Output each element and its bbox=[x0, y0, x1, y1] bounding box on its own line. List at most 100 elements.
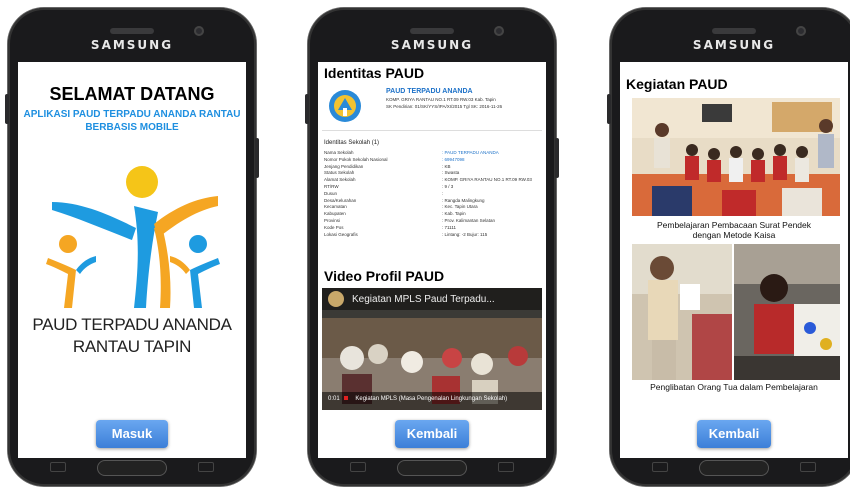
row-key: Desa/Kelurahan bbox=[324, 197, 357, 203]
table-row: Jenjang Pendidikan : KB bbox=[324, 164, 542, 171]
video-caption: Kegiatan MPLS (Masa Pengenalan Lingkunga… bbox=[355, 396, 508, 402]
recent-apps-icon[interactable] bbox=[350, 462, 366, 472]
camera-icon bbox=[796, 26, 806, 36]
row-value: : Kec. Tapin Utara bbox=[442, 204, 478, 210]
caption-1-line-1: Pembelajaran Pembacaan Surat Pendek bbox=[656, 220, 812, 230]
table-row: Kecamatan : Kec. Tapin Utara bbox=[324, 204, 542, 211]
welcome-screen: SELAMAT DATANG APLIKASI PAUD TERPADU ANA… bbox=[18, 62, 246, 458]
activities-screen: Kegiatan PAUD Pembelajaran Pembacaan Sur… bbox=[620, 62, 848, 458]
row-value: : Rangda Malingkung bbox=[442, 197, 485, 203]
recent-apps-icon[interactable] bbox=[652, 462, 668, 472]
video-heading: Video Profil PAUD bbox=[324, 268, 445, 284]
row-key: Lokasi Geografis bbox=[324, 231, 358, 237]
caption-1: Pembelajaran Pembacaan Surat Pendek deng… bbox=[624, 220, 844, 240]
table-row: Kode Pos : 71111 bbox=[324, 225, 542, 232]
table-row: Kabupaten: Kab. Tapin bbox=[324, 211, 542, 218]
camera-icon bbox=[194, 26, 204, 36]
video-time: 0:01 bbox=[328, 396, 340, 402]
brand-label: SAMSUNG bbox=[90, 38, 174, 52]
recent-apps-icon[interactable] bbox=[50, 462, 66, 472]
logo-text: PAUD TERPADU ANANDA RANTAU TAPIN bbox=[18, 314, 246, 358]
video-thumbnail bbox=[322, 288, 542, 410]
subtitle-line-2: BERBASIS MOBILE bbox=[85, 122, 179, 133]
welcome-title: SELAMAT DATANG bbox=[49, 84, 215, 104]
identity-table: Nama Sekolah : PAUD TERPADU ANANDA Nomor … bbox=[324, 150, 542, 238]
home-button[interactable] bbox=[699, 460, 769, 476]
row-value: : Lintang: -2 Bujur: 115 bbox=[442, 231, 488, 237]
row-value[interactable]: : PAUD TERPADU ANANDA bbox=[442, 150, 542, 157]
table-row: RT/RW : 9 / 3 bbox=[324, 184, 542, 191]
video-player[interactable]: Kegiatan MPLS Paud Terpadu... 0:01 Kegia… bbox=[322, 288, 542, 410]
paud-logo-icon bbox=[46, 166, 220, 308]
volume-button bbox=[5, 94, 9, 124]
row-key: Kabupaten bbox=[324, 211, 346, 217]
table-row: Dusun: bbox=[324, 191, 542, 198]
table-row: Lokasi Geografis : Lintang: -2 Bujur: 115 bbox=[324, 232, 542, 239]
row-value: : Prov. Kalimantan Selatan bbox=[442, 217, 495, 223]
row-key: Kode Pos bbox=[324, 224, 344, 230]
row-key: Nomor Pokok Sekolah Nasional bbox=[324, 156, 388, 162]
activity-photo-1 bbox=[632, 98, 840, 216]
row-key: Kecamatan bbox=[324, 204, 347, 210]
caption-1-line-2: dengan Metode Kaisa bbox=[692, 230, 776, 240]
row-value: : 9 / 3 bbox=[442, 183, 454, 189]
row-key: Nama Sekolah bbox=[324, 150, 354, 155]
row-key: RT/RW bbox=[324, 183, 339, 189]
table-row: Alamat Sekolah : KOMP. GRIYA RANTAU NO.1 … bbox=[324, 177, 542, 184]
speaker bbox=[712, 28, 756, 34]
row-value: : bbox=[442, 190, 444, 196]
school-sk: SK Pendirian: 01/SK/YYS/IPA/XI/2015 Tgl … bbox=[386, 104, 503, 109]
volume-button bbox=[305, 94, 309, 124]
activities-title: Kegiatan PAUD bbox=[626, 76, 728, 92]
phone-welcome: SAMSUNG SELAMAT DATANG APLIKASI PAUD TER… bbox=[5, 8, 259, 486]
table-row: Desa/Kelurahan : Rangda Malingkung bbox=[324, 198, 542, 205]
row-value: : 71111 bbox=[442, 224, 457, 230]
video-controls[interactable]: 0:01 Kegiatan MPLS (Masa Pengenalan Ling… bbox=[328, 396, 536, 402]
welcome-subtitle: APLIKASI PAUD TERPADU ANANDA RANTAU BERB… bbox=[22, 108, 242, 134]
activity-photo-3 bbox=[734, 244, 840, 380]
identity-screen: Identitas PAUD PAUD TERPADU ANANDA KOMP.… bbox=[318, 62, 546, 458]
row-value: : Swasta bbox=[442, 170, 460, 176]
row-key: Alamat Sekolah bbox=[324, 177, 356, 183]
logo-line-2: RANTAU TAPIN bbox=[72, 337, 192, 356]
kembali-button[interactable]: Kembali bbox=[697, 420, 771, 448]
table-row: Nama Sekolah : PAUD TERPADU ANANDA bbox=[324, 150, 542, 157]
school-address: KOMP. GRIYA RANTAU NO.1 RT.09 RW.03 Kab.… bbox=[386, 97, 496, 102]
row-key: Jenjang Pendidikan bbox=[324, 163, 364, 169]
school-header: PAUD TERPADU ANANDA KOMP. GRIYA RANTAU N… bbox=[322, 84, 542, 131]
video-title: Kegiatan MPLS Paud Terpadu... bbox=[352, 294, 495, 305]
table-row: Status Sekolah: Swasta bbox=[324, 170, 542, 177]
activity-photo-2 bbox=[632, 244, 732, 380]
row-value: : KOMP. GRIYA RANTAU NO.1 RT.09 RW.03 bbox=[442, 177, 532, 183]
brand-label: SAMSUNG bbox=[390, 38, 474, 52]
home-button[interactable] bbox=[397, 460, 467, 476]
speaker bbox=[110, 28, 154, 34]
back-nav-icon[interactable] bbox=[498, 462, 514, 472]
row-key: Dusun bbox=[324, 190, 338, 196]
table-row: Nomor Pokok Sekolah Nasional : 69947098 bbox=[324, 157, 542, 164]
row-value: : KB bbox=[442, 163, 451, 169]
camera-icon bbox=[494, 26, 504, 36]
power-button bbox=[255, 138, 259, 178]
back-nav-icon[interactable] bbox=[800, 462, 816, 472]
logo-line-1: PAUD TERPADU ANANDA bbox=[32, 315, 232, 334]
caption-2: Penglibatan Orang Tua dalam Pembelajaran bbox=[650, 382, 818, 392]
back-nav-icon[interactable] bbox=[198, 462, 214, 472]
subtitle-line-1: APLIKASI PAUD TERPADU ANANDA RANTAU bbox=[23, 109, 241, 120]
row-key: Provinsi bbox=[324, 217, 341, 223]
brand-label: SAMSUNG bbox=[692, 38, 776, 52]
section-title: Identitas Sekolah (1) bbox=[324, 140, 380, 146]
identity-title: Identitas PAUD bbox=[324, 65, 425, 81]
kembali-button[interactable]: Kembali bbox=[395, 420, 469, 448]
tut-wuri-logo-icon bbox=[329, 90, 361, 122]
school-name: PAUD TERPADU ANANDA bbox=[386, 88, 473, 95]
home-button[interactable] bbox=[97, 460, 167, 476]
table-row: Provinsi : Prov. Kalimantan Selatan bbox=[324, 218, 542, 225]
speaker bbox=[410, 28, 454, 34]
masuk-button[interactable]: Masuk bbox=[96, 420, 168, 448]
phone-activities: SAMSUNG Kegiatan PAUD Pembelajaran Pemba… bbox=[607, 8, 850, 486]
power-button bbox=[555, 138, 559, 178]
phone-identity: SAMSUNG Identitas PAUD PAUD TERPADU ANAN… bbox=[305, 8, 559, 486]
row-value[interactable]: : 69947098 bbox=[442, 157, 542, 164]
volume-button bbox=[607, 94, 611, 124]
